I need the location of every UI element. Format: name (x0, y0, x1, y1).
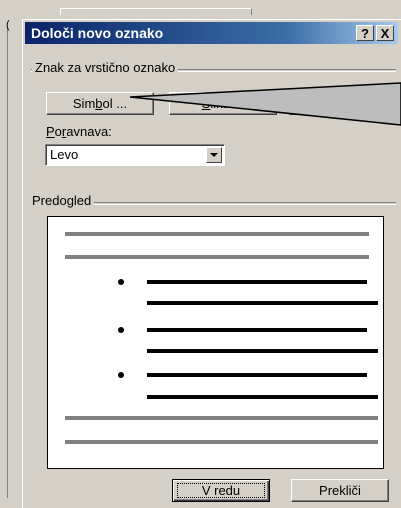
font-button[interactable]: Pisava ... (289, 92, 393, 115)
alignment-label: Poravnava: (46, 124, 112, 139)
background-left-edge (7, 28, 8, 498)
alignment-select[interactable]: Levo (45, 144, 225, 166)
preview-bullet (118, 372, 124, 378)
preview-line (147, 349, 378, 353)
chevron-down-icon[interactable] (206, 147, 222, 163)
preview-line (65, 255, 369, 259)
preview-line (147, 280, 367, 284)
preview-bullet (118, 327, 124, 333)
alignment-select-value: Levo (50, 147, 79, 162)
close-button[interactable]: X (376, 25, 394, 41)
preview-group-label: Predogled (29, 193, 95, 208)
help-button[interactable]: ? (356, 25, 374, 41)
preview-bullet (118, 279, 124, 285)
preview-line (147, 395, 378, 399)
preview-line (65, 232, 369, 236)
preview-line (147, 301, 378, 305)
preview-line (65, 416, 378, 420)
dialog-title: Določi novo oznako (31, 25, 164, 41)
background-glyph: ( (6, 19, 10, 31)
title-bar[interactable]: Določi novo oznako ? X (25, 22, 398, 44)
background-tab-edge (60, 8, 252, 15)
symbol-button[interactable]: Simbol ... (46, 92, 154, 115)
preview-line (65, 440, 378, 444)
cancel-button[interactable]: Prekliči (291, 479, 389, 502)
picture-button[interactable]: Slika ... (169, 92, 277, 115)
ok-button[interactable]: V redu (172, 479, 270, 502)
bullet-character-group-label: Znak za vrstično oznako (32, 60, 179, 75)
focus-rectangle (177, 483, 265, 498)
preview-panel (47, 216, 384, 469)
preview-line (147, 373, 367, 377)
preview-line (147, 328, 367, 332)
define-new-bullet-dialog: Določi novo oznako ? X Znak za vrstično … (22, 19, 401, 508)
